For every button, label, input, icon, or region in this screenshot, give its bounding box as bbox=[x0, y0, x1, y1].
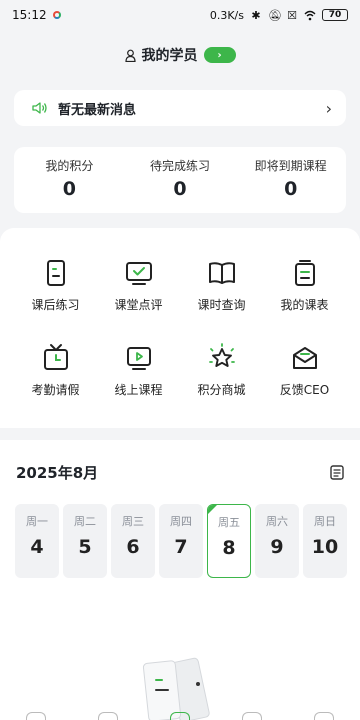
function-grid: 课后练习 课堂点评 课时查询 我的课表 考勤请假 线上课程 积分商城 反馈CEO bbox=[14, 258, 346, 398]
header: 我的学员 › bbox=[0, 42, 360, 68]
day-name: 周一 bbox=[26, 515, 48, 528]
week-day-strip: 周一 4 周二 5 周三 6 周四 7 周五 8 周六 9 周日 10 bbox=[15, 504, 347, 578]
stat-points[interactable]: 我的积分 0 bbox=[14, 147, 125, 213]
status-left: 15:12 bbox=[12, 8, 61, 22]
page-title[interactable]: 我的学员 bbox=[142, 45, 198, 65]
empty-state-illustration bbox=[142, 657, 210, 720]
day-name: 周六 bbox=[266, 515, 288, 528]
stat-value: 0 bbox=[284, 178, 298, 200]
app-notification-icon bbox=[52, 11, 61, 19]
stat-label: 待完成练习 bbox=[150, 159, 211, 173]
homework-icon bbox=[46, 260, 65, 286]
status-right: 0.3K/s ✱ 🔕︎ ☒ 70 bbox=[210, 9, 348, 22]
chevron-right-icon: › bbox=[325, 98, 332, 118]
switch-student-button[interactable]: › bbox=[203, 47, 236, 63]
day-number: 8 bbox=[222, 537, 236, 559]
day-name: 周三 bbox=[122, 515, 144, 528]
book-icon bbox=[208, 262, 235, 284]
day-cell[interactable]: 周四 7 bbox=[159, 504, 203, 578]
day-cell-selected[interactable]: 周五 8 bbox=[207, 504, 251, 578]
day-number: 7 bbox=[174, 536, 188, 558]
close-box-icon: ☒ bbox=[287, 8, 297, 22]
day-cell[interactable]: 周日 10 bbox=[303, 504, 347, 578]
day-cell[interactable]: 周二 5 bbox=[63, 504, 107, 578]
stats-card: 我的积分 0 待完成练习 0 即将到期课程 0 bbox=[14, 147, 346, 213]
grid-item-label: 课后练习 bbox=[31, 298, 80, 312]
calendar-list-icon[interactable] bbox=[330, 464, 344, 480]
status-bar: 15:12 0.3K/s ✱ 🔕︎ ☒ 70 bbox=[0, 0, 360, 30]
grid-item-online-course[interactable]: 线上课程 bbox=[97, 343, 180, 398]
stat-value: 0 bbox=[62, 178, 76, 200]
day-number: 9 bbox=[270, 536, 284, 558]
day-number: 5 bbox=[78, 536, 92, 558]
tab-center-icon[interactable] bbox=[170, 712, 190, 720]
schedule-icon bbox=[294, 260, 315, 286]
stat-pending-exercises[interactable]: 待完成练习 0 bbox=[125, 147, 236, 213]
notice-bar[interactable]: 暂无最新消息 › bbox=[14, 90, 346, 126]
grid-item-feedback-ceo[interactable]: 反馈CEO bbox=[263, 343, 346, 398]
network-speed: 0.3K/s bbox=[209, 8, 244, 22]
grid-item-label: 线上课程 bbox=[114, 383, 163, 397]
play-screen-icon bbox=[126, 347, 151, 370]
function-grid-card: 课后练习 课堂点评 课时查询 我的课表 考勤请假 线上课程 积分商城 反馈CEO bbox=[0, 228, 360, 428]
chevron-right-icon: › bbox=[217, 49, 222, 61]
bottom-tab-bar bbox=[0, 712, 360, 720]
grid-item-hours-query[interactable]: 课时查询 bbox=[180, 258, 263, 313]
day-name: 周日 bbox=[314, 515, 336, 528]
grid-item-homework[interactable]: 课后练习 bbox=[14, 258, 97, 313]
wifi-icon bbox=[304, 10, 316, 20]
grid-item-my-schedule[interactable]: 我的课表 bbox=[263, 258, 346, 313]
grid-item-class-comment[interactable]: 课堂点评 bbox=[97, 258, 180, 313]
calendar-month-title: 2025年8月 bbox=[16, 464, 99, 482]
mail-icon bbox=[292, 347, 317, 369]
day-cell[interactable]: 周三 6 bbox=[111, 504, 155, 578]
day-cell[interactable]: 周六 9 bbox=[255, 504, 299, 578]
bluetooth-icon: ✱ bbox=[251, 8, 261, 22]
day-number: 6 bbox=[126, 536, 140, 558]
comment-monitor-icon bbox=[125, 262, 152, 285]
grid-item-label: 课时查询 bbox=[197, 298, 246, 312]
stat-value: 0 bbox=[173, 178, 187, 200]
tab-profile-icon[interactable] bbox=[314, 712, 334, 720]
notice-text: 暂无最新消息 bbox=[58, 102, 137, 118]
star-icon bbox=[208, 343, 235, 367]
tab-home-icon[interactable] bbox=[26, 712, 46, 720]
day-cell[interactable]: 周一 4 bbox=[15, 504, 59, 578]
stat-label: 即将到期课程 bbox=[254, 159, 327, 173]
grid-item-points-mall[interactable]: 积分商城 bbox=[180, 343, 263, 398]
person-icon bbox=[124, 49, 136, 62]
day-name: 周四 bbox=[170, 515, 192, 528]
day-name: 周五 bbox=[218, 516, 240, 529]
stat-label: 我的积分 bbox=[45, 159, 94, 173]
grid-item-label: 课堂点评 bbox=[114, 298, 163, 312]
tab-message-icon[interactable] bbox=[242, 712, 262, 720]
grid-item-label: 积分商城 bbox=[197, 383, 246, 397]
grid-item-attendance-leave[interactable]: 考勤请假 bbox=[14, 343, 97, 398]
battery-icon: 70 bbox=[322, 9, 348, 21]
tv-clock-icon bbox=[43, 344, 68, 370]
stat-expiring-courses[interactable]: 即将到期课程 0 bbox=[235, 147, 346, 213]
day-name: 周二 bbox=[74, 515, 96, 528]
grid-item-label: 反馈CEO bbox=[279, 383, 330, 397]
day-number: 10 bbox=[311, 536, 339, 558]
grid-item-label: 我的课表 bbox=[280, 298, 329, 312]
tab-course-icon[interactable] bbox=[98, 712, 118, 720]
status-time: 15:12 bbox=[12, 8, 47, 22]
day-number: 4 bbox=[30, 536, 44, 558]
mute-icon: 🔕︎ bbox=[268, 8, 282, 22]
grid-item-label: 考勤请假 bbox=[31, 383, 80, 397]
speaker-icon bbox=[32, 102, 47, 114]
